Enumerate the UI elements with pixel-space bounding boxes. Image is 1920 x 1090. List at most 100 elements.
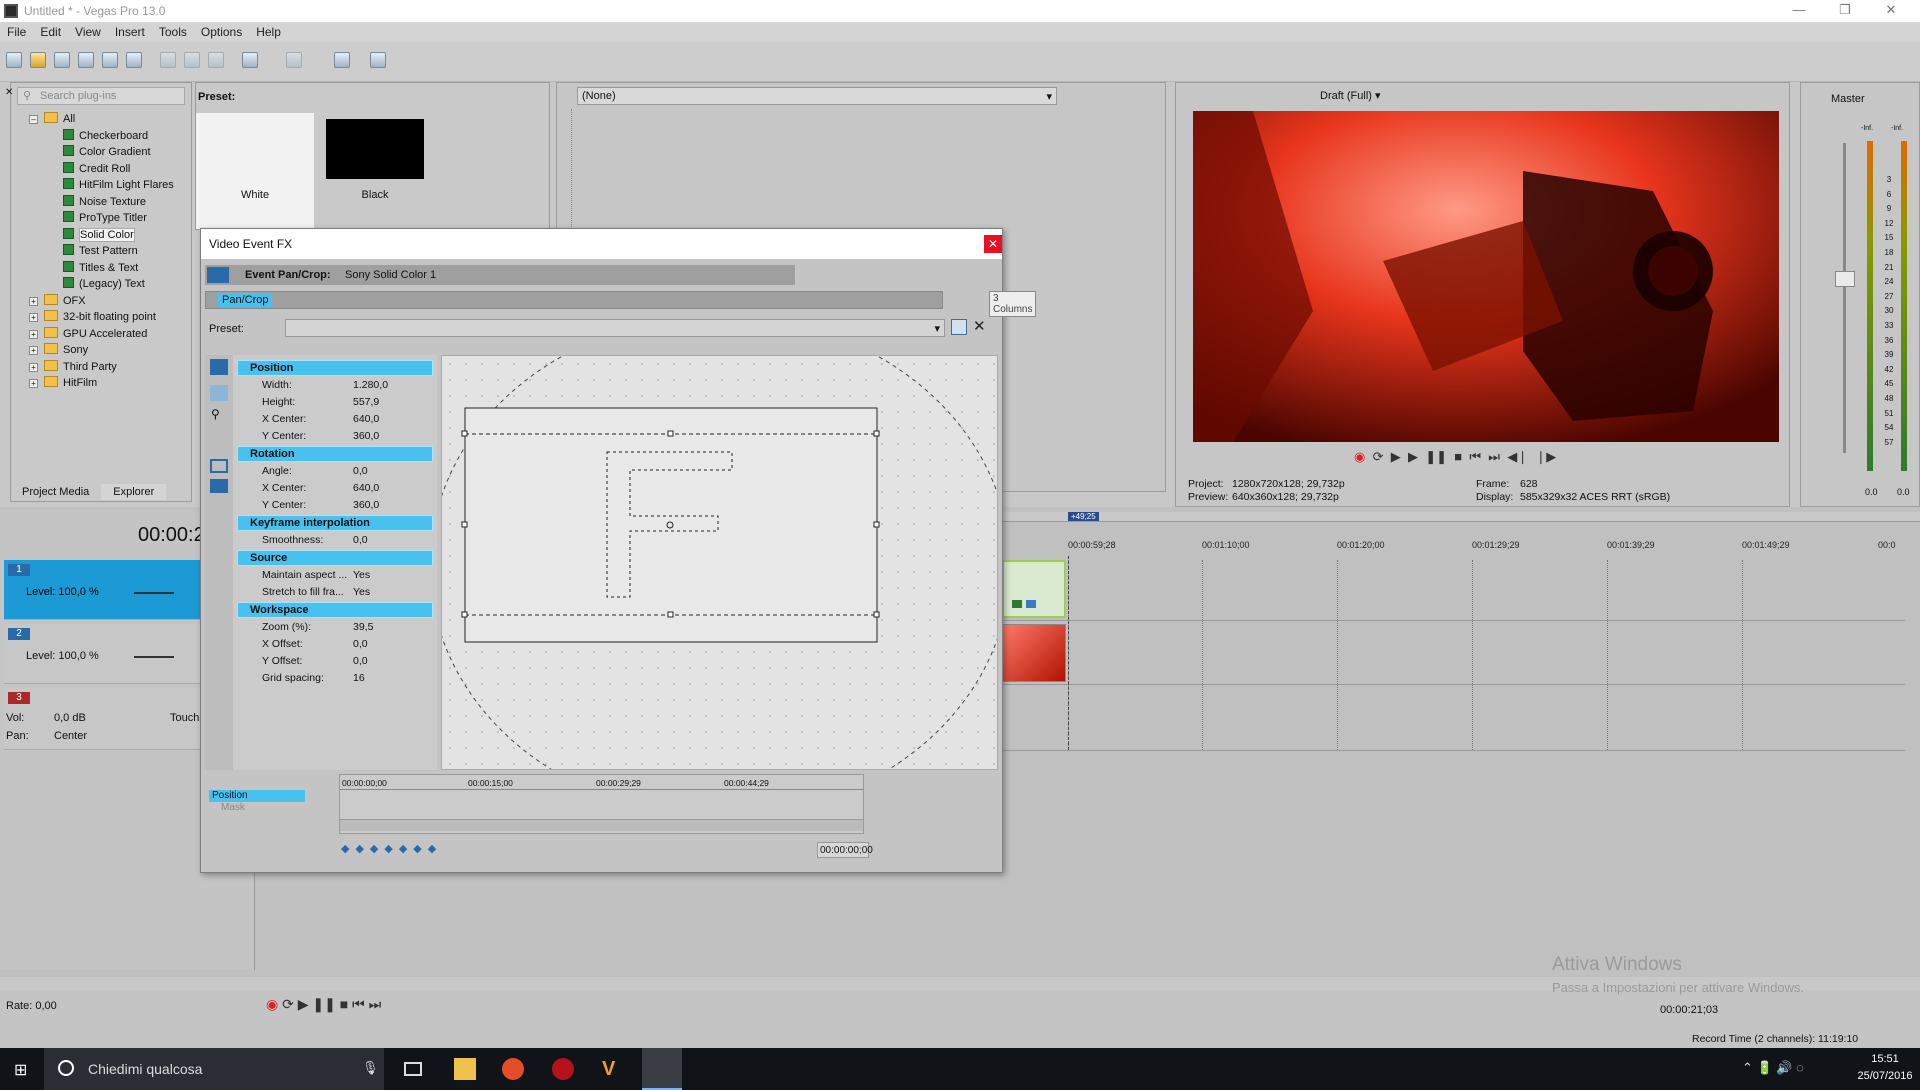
video-clip[interactable] <box>1002 624 1066 682</box>
crop-handle[interactable] <box>873 521 880 528</box>
kf-scrollbar[interactable] <box>340 819 863 831</box>
record-icon[interactable]: ◉ <box>266 996 278 1012</box>
tree-item-titles-text[interactable]: Titles & Text <box>29 260 189 277</box>
close-panel-icon[interactable]: ✕ <box>5 87 13 98</box>
play-from-start-icon[interactable]: ▶ <box>1391 449 1401 464</box>
system-tray-icons[interactable]: ⌃ 🔋 🔊 ◌ <box>1742 1060 1804 1076</box>
active-window-icon[interactable] <box>642 1048 682 1090</box>
tree-item-test-pattern[interactable]: Test Pattern <box>29 243 189 260</box>
tree-item-hitfilm[interactable]: + HitFilm <box>29 375 189 392</box>
properties-icon[interactable] <box>126 52 142 68</box>
save-icon[interactable] <box>54 52 70 68</box>
crop-handle[interactable] <box>873 611 880 618</box>
prop-y-offset[interactable]: Y Offset: 0,0 <box>237 653 433 670</box>
prev-frame-icon[interactable]: ◀❘ <box>1507 449 1528 464</box>
section-workspace[interactable]: Workspace <box>237 602 433 618</box>
play-icon[interactable]: ▶ <box>1408 449 1418 464</box>
trimmer-dropdown[interactable]: (None) ▾ <box>577 87 1057 105</box>
menu-insert[interactable]: Insert <box>108 22 152 39</box>
prop-angle[interactable]: Angle: 0,0 <box>237 463 433 480</box>
tree-item-solid-color[interactable]: Solid Color <box>29 227 189 244</box>
menu-file[interactable]: File <box>0 22 33 39</box>
new-icon[interactable] <box>6 52 22 68</box>
copy-icon[interactable] <box>184 52 200 68</box>
tree-item-protype-titler[interactable]: ProType Titler <box>29 210 189 227</box>
close-window-button[interactable]: ✕ <box>1868 2 1914 20</box>
prop-grid-spacing[interactable]: Grid spacing: 16 <box>237 670 433 687</box>
plugin-search-input[interactable]: ⚲ Search plug-ins <box>17 87 185 105</box>
tree-item-gpu[interactable]: + GPU Accelerated <box>29 326 189 343</box>
minimize-button[interactable]: — <box>1776 2 1822 20</box>
crop-handle[interactable] <box>667 430 674 437</box>
tree-item-noise-texture[interactable]: Noise Texture <box>29 194 189 211</box>
section-source[interactable]: Source <box>237 550 433 566</box>
redo-icon[interactable] <box>286 52 302 68</box>
delete-preset-icon[interactable]: ✕ <box>973 317 986 335</box>
tree-item-third-party[interactable]: + Third Party <box>29 359 189 376</box>
section-keyframe-interpolation[interactable]: Keyframe interpolation <box>237 515 433 531</box>
tree-item-sony[interactable]: + Sony <box>29 342 189 359</box>
firefox-icon[interactable] <box>502 1058 524 1080</box>
kf-track-mask[interactable]: Mask <box>209 802 305 814</box>
app-icon[interactable] <box>552 1058 574 1080</box>
chain-item-pan-crop[interactable]: Pan/Crop <box>218 293 273 307</box>
loop-icon[interactable]: ⟳ <box>1373 449 1384 464</box>
file-explorer-icon[interactable] <box>454 1058 476 1080</box>
section-position[interactable]: Position <box>237 360 433 376</box>
cut-icon[interactable] <box>160 52 176 68</box>
crop-handle[interactable] <box>461 611 468 618</box>
prop-y-center[interactable]: Y Center: 360,0 <box>237 428 433 445</box>
tree-item-legacy-text[interactable]: (Legacy) Text <box>29 276 189 293</box>
stop-icon[interactable]: ■ <box>1454 449 1462 464</box>
crop-handle[interactable] <box>873 430 880 437</box>
stop-icon[interactable]: ■ <box>340 996 348 1012</box>
explore-icon[interactable] <box>334 52 350 68</box>
level-slider[interactable] <box>134 656 174 658</box>
tab-explorer[interactable]: Explorer <box>101 484 167 500</box>
prop-x-center[interactable]: X Center: 640,0 <box>237 411 433 428</box>
dialog-preset-dropdown[interactable]: ▾ <box>285 319 945 337</box>
tree-item-credit-roll[interactable]: Credit Roll <box>29 161 189 178</box>
tree-item-ofx[interactable]: + OFX <box>29 293 189 310</box>
menu-view[interactable]: View <box>68 22 108 39</box>
record-icon[interactable]: ◉ <box>1354 449 1365 464</box>
zoom-tool-icon[interactable]: ⚲ <box>211 407 220 421</box>
enable-rotation-icon[interactable] <box>210 459 228 473</box>
prop-rot-y-center[interactable]: Y Center: 360,0 <box>237 497 433 514</box>
tab-project-media[interactable]: Project Media <box>10 484 101 500</box>
tree-item-color-gradient[interactable]: Color Gradient <box>29 144 189 161</box>
pan-crop-workspace[interactable] <box>441 355 998 770</box>
go-end-icon[interactable]: ⏭ <box>369 996 382 1012</box>
paste-icon[interactable] <box>208 52 224 68</box>
move-tool-icon[interactable] <box>210 385 228 401</box>
tree-item-hitfilm-light-flares[interactable]: HitFilm Light Flares <box>29 177 189 194</box>
prop-zoom[interactable]: Zoom (%): 39,5 <box>237 619 433 636</box>
tree-item-32bit[interactable]: +32-bit floating point <box>29 309 189 326</box>
prop-smoothness[interactable]: Smoothness: 0,0 <box>237 532 433 549</box>
undo-icon[interactable] <box>242 52 258 68</box>
master-fader[interactable] <box>1835 271 1855 287</box>
solid-color-clip[interactable] <box>1002 560 1066 618</box>
crop-handle[interactable] <box>667 611 674 618</box>
go-start-icon[interactable]: ⏮ <box>352 996 365 1012</box>
prop-stretch-to-fill[interactable]: Stretch to fill fra... Yes <box>237 584 433 601</box>
pause-icon[interactable]: ❚❚ <box>1425 449 1447 464</box>
prop-width[interactable]: Width: 1.280,0 <box>237 377 433 394</box>
prop-height[interactable]: Height: 557,9 <box>237 394 433 411</box>
prop-x-offset[interactable]: X Offset: 0,0 <box>237 636 433 653</box>
dialog-close-button[interactable]: ✕ <box>984 235 1002 253</box>
lock-aspect-icon[interactable] <box>210 479 228 493</box>
task-view-icon[interactable] <box>404 1062 422 1076</box>
next-frame-icon[interactable]: ❘▶ <box>1535 449 1556 464</box>
menu-tools[interactable]: Tools <box>152 22 194 39</box>
menu-help[interactable]: Help <box>249 22 288 39</box>
menu-options[interactable]: Options <box>194 22 249 39</box>
tree-item-checkerboard[interactable]: Checkerboard <box>29 128 189 145</box>
normal-edit-tool-icon[interactable] <box>210 359 228 375</box>
cortana-search-box[interactable]: Chiedimi qualcosa 🎙 <box>44 1048 384 1090</box>
help-icon[interactable] <box>370 52 386 68</box>
kf-nav-icons[interactable]: ◆◆◆◆◆◆◆ <box>341 842 442 855</box>
timeline-marker[interactable]: +49;25 <box>1068 512 1099 521</box>
go-start-icon[interactable]: ⏮ <box>1469 449 1481 464</box>
crop-handle[interactable] <box>461 521 468 528</box>
